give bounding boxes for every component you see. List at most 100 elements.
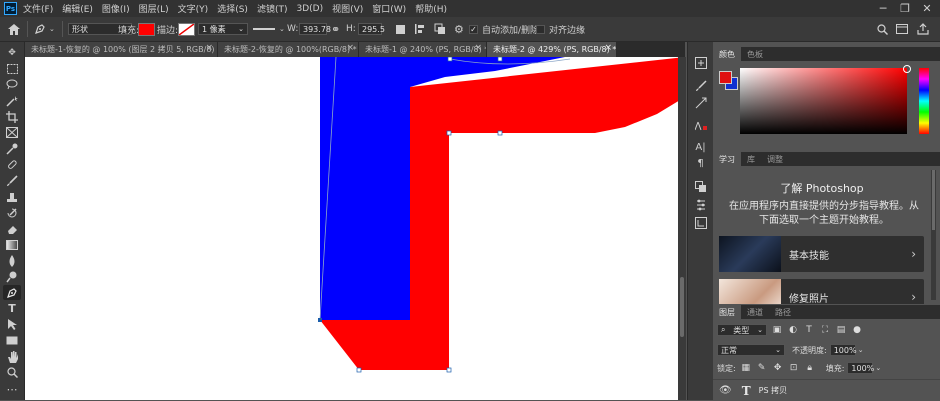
menu-help[interactable]: 帮助(H) bbox=[415, 2, 447, 15]
tab-color[interactable]: 颜色 bbox=[713, 47, 741, 61]
scrollbar-thumb[interactable] bbox=[932, 170, 935, 230]
restore-button[interactable]: ❐ bbox=[894, 0, 916, 17]
lock-all-icon[interactable]: 🔒︎ bbox=[804, 362, 816, 374]
tab-paths[interactable]: 路径 bbox=[769, 305, 797, 319]
anchor-point[interactable] bbox=[356, 367, 362, 373]
menu-3d[interactable]: 3D(D) bbox=[296, 4, 323, 14]
layer-filter-select[interactable]: ⌕ 类型 ⌄ bbox=[717, 324, 767, 336]
path-arrangement-icon[interactable] bbox=[434, 17, 446, 41]
marquee-tool-icon[interactable] bbox=[3, 61, 21, 76]
menu-layer[interactable]: 图层(L) bbox=[139, 2, 169, 15]
zoom-tool-icon[interactable] bbox=[3, 365, 21, 380]
opacity-field[interactable]: 100% bbox=[829, 344, 857, 356]
height-field[interactable]: 295.5 bbox=[358, 23, 385, 35]
lock-image-icon[interactable]: ✎ bbox=[756, 362, 768, 374]
paragraph-panel-icon[interactable]: ¶ bbox=[693, 157, 708, 170]
anchor-point[interactable] bbox=[446, 367, 452, 373]
anchor-point[interactable] bbox=[318, 318, 322, 322]
minimize-button[interactable]: ─ bbox=[872, 0, 894, 17]
brush-tool-icon[interactable] bbox=[3, 173, 21, 188]
width-field[interactable]: 393.78 bbox=[299, 23, 331, 35]
adjust-icon[interactable] bbox=[693, 96, 708, 109]
filter-smart-object-icon[interactable]: ▤ bbox=[835, 324, 847, 336]
character-panel-icon[interactable]: A| bbox=[693, 141, 708, 154]
menu-filter[interactable]: 滤镜(T) bbox=[257, 2, 288, 15]
search-icon[interactable] bbox=[877, 17, 888, 41]
filter-adjustment-icon[interactable]: ◐ bbox=[787, 324, 799, 336]
home-icon[interactable] bbox=[8, 17, 20, 41]
fill-color-swatch[interactable] bbox=[138, 22, 155, 36]
type-tool-icon[interactable]: T bbox=[3, 301, 21, 316]
menu-view[interactable]: 视图(V) bbox=[332, 2, 363, 15]
hand-tool-icon[interactable] bbox=[3, 349, 21, 364]
stroke-type-select[interactable]: ⌄ bbox=[253, 17, 285, 41]
scrollbar-thumb[interactable] bbox=[680, 277, 684, 337]
clone-stamp-tool-icon[interactable] bbox=[3, 189, 21, 204]
learn-scrollbar[interactable] bbox=[931, 170, 936, 300]
pen-tool-preset-icon[interactable]: ⌄ bbox=[34, 17, 55, 41]
path-alignment-icon[interactable] bbox=[414, 17, 426, 41]
learn-card-fix-photos[interactable]: 修复照片 › bbox=[719, 279, 924, 304]
magic-wand-tool-icon[interactable] bbox=[3, 93, 21, 108]
stroke-width-field[interactable]: 1 像素 ⌄ bbox=[198, 23, 248, 35]
color-field[interactable] bbox=[740, 65, 911, 134]
paragraph-style-icon[interactable] bbox=[693, 119, 708, 132]
stroke-color-swatch[interactable] bbox=[178, 22, 195, 36]
gradient-tool-icon[interactable] bbox=[3, 237, 21, 252]
close-tab-icon[interactable]: × bbox=[346, 43, 354, 53]
anchor-point[interactable] bbox=[497, 130, 503, 136]
tab-channels[interactable]: 通道 bbox=[741, 305, 769, 319]
menu-select[interactable]: 选择(S) bbox=[217, 2, 248, 15]
document-tab-2[interactable]: 未标题-2-恢复的 @ 100%(RGB/8) * × bbox=[218, 42, 359, 57]
close-window-button[interactable]: ✕ bbox=[916, 0, 938, 17]
history-brush-tool-icon[interactable] bbox=[3, 205, 21, 220]
lock-artboard-icon[interactable]: ⊡ bbox=[788, 362, 800, 374]
filter-type-icon[interactable]: T bbox=[803, 324, 815, 336]
anchor-point[interactable] bbox=[446, 130, 452, 136]
layer-row[interactable]: 👁︎ T PS 拷贝 bbox=[713, 379, 940, 401]
share-icon[interactable] bbox=[917, 17, 929, 41]
lock-position-icon[interactable]: ✥ bbox=[772, 362, 784, 374]
menu-type[interactable]: 文字(Y) bbox=[178, 2, 209, 15]
frame-tool-icon[interactable] bbox=[3, 125, 21, 140]
settings-gear-icon[interactable]: ⚙ bbox=[454, 17, 464, 41]
rectangle-tool-icon[interactable] bbox=[3, 333, 21, 348]
link-icon[interactable]: ⚭ bbox=[331, 17, 340, 41]
menu-window[interactable]: 窗口(W) bbox=[372, 2, 406, 15]
visibility-eye-icon[interactable]: 👁︎ bbox=[719, 385, 732, 396]
move-tool-icon[interactable]: ✥ bbox=[3, 45, 21, 60]
foreground-color-swatch[interactable] bbox=[719, 71, 732, 84]
eyedropper-tool-icon[interactable] bbox=[3, 141, 21, 156]
properties-icon[interactable] bbox=[693, 198, 708, 211]
menu-file[interactable]: 文件(F) bbox=[23, 2, 53, 15]
fill-field[interactable]: 100% bbox=[847, 362, 874, 374]
layer-comps-icon[interactable] bbox=[693, 180, 708, 193]
tab-swatches[interactable]: 色板 bbox=[741, 47, 769, 61]
learn-card-basic-skills[interactable]: 基本技能 › bbox=[719, 236, 924, 272]
path-operations-icon[interactable] bbox=[395, 17, 406, 41]
filter-shape-icon[interactable]: ⛶ bbox=[819, 324, 831, 336]
history-icon[interactable] bbox=[693, 56, 708, 69]
close-tab-icon[interactable]: × bbox=[474, 43, 482, 53]
eraser-tool-icon[interactable] bbox=[3, 221, 21, 236]
dodge-tool-icon[interactable] bbox=[3, 269, 21, 284]
filter-pixel-icon[interactable]: ▣ bbox=[771, 324, 783, 336]
lasso-tool-icon[interactable] bbox=[3, 77, 21, 92]
anchor-point[interactable] bbox=[447, 57, 453, 62]
menu-edit[interactable]: 编辑(E) bbox=[62, 2, 93, 15]
document-canvas[interactable] bbox=[25, 57, 685, 400]
blend-mode-select[interactable]: 正常 ⌄ bbox=[717, 344, 785, 356]
close-tab-icon[interactable]: × bbox=[604, 43, 612, 53]
auto-add-delete-checkbox[interactable]: ✓ bbox=[469, 24, 478, 34]
path-selection-tool-icon[interactable] bbox=[3, 317, 21, 332]
brush-settings-icon[interactable] bbox=[693, 79, 708, 92]
filter-toggle-icon[interactable]: ● bbox=[851, 324, 863, 336]
crop-tool-icon[interactable] bbox=[3, 109, 21, 124]
menu-image[interactable]: 图像(I) bbox=[102, 2, 130, 15]
close-tab-icon[interactable]: × bbox=[205, 43, 213, 53]
document-tab-1[interactable]: 未标题-1-恢复的 @ 100% (图层 2 拷贝 5, RGB/8) * × bbox=[25, 42, 218, 57]
layer-name[interactable]: PS 拷贝 bbox=[759, 385, 787, 396]
tab-layers[interactable]: 图层 bbox=[713, 305, 741, 319]
anchor-point[interactable] bbox=[497, 57, 503, 62]
blur-tool-icon[interactable] bbox=[3, 253, 21, 268]
